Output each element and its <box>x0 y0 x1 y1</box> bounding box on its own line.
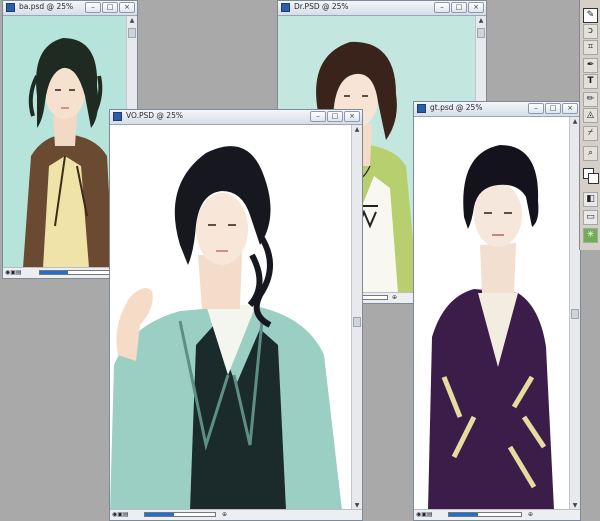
progress-bar <box>39 270 111 275</box>
window-title: Dr.PSD @ 25% <box>294 2 349 11</box>
scroll-thumb[interactable] <box>128 28 136 38</box>
background-color-swatch[interactable] <box>588 173 599 184</box>
screen-mode-icon[interactable]: ▭ <box>583 210 598 225</box>
window-titlebar[interactable]: ba.psd @ 25% – □ × <box>3 1 137 16</box>
maximize-icon[interactable]: □ <box>451 2 467 13</box>
progress-bar <box>448 512 522 517</box>
quick-mask-icon[interactable]: ◧ <box>583 192 598 207</box>
progress-bar <box>144 512 216 517</box>
minimize-icon[interactable]: – <box>310 111 326 122</box>
scroll-thumb[interactable] <box>353 317 361 327</box>
status-bar: ◉▣▤ ⊕ <box>414 509 580 520</box>
pen-icon[interactable]: ✒ <box>583 58 598 73</box>
minimize-icon[interactable]: – <box>528 103 544 114</box>
maximize-icon[interactable]: □ <box>102 2 118 13</box>
window-titlebar[interactable]: VO.PSD @ 25% – □ × <box>110 110 362 125</box>
close-icon[interactable]: × <box>468 2 484 13</box>
status-bar: ◉▣▤ ⊕ <box>110 509 362 520</box>
zoom-icon[interactable]: ⊕ <box>528 511 533 518</box>
close-icon[interactable]: × <box>562 103 578 114</box>
crop-icon[interactable]: ⌗ <box>583 40 598 55</box>
scroll-up-icon[interactable]: ▲ <box>127 16 137 25</box>
blur-icon[interactable]: ◬ <box>583 108 598 123</box>
window-title: gt.psd @ 25% <box>430 103 483 112</box>
lasso-icon[interactable]: ↄ <box>583 24 598 39</box>
window-titlebar[interactable]: Dr.PSD @ 25% – □ × <box>278 1 486 16</box>
document-window-gt[interactable]: gt.psd @ 25% – □ × ▲ ▼ ◉▣▤ ⊕ <box>413 101 581 521</box>
photoshop-doc-icon <box>113 112 122 121</box>
type-icon[interactable]: T <box>583 74 598 89</box>
vertical-scrollbar[interactable]: ▲ ▼ <box>351 125 362 510</box>
zoom-icon[interactable]: ⌕ <box>583 146 598 161</box>
window-titlebar[interactable]: gt.psd @ 25% – □ × <box>414 102 580 117</box>
navigator-icon[interactable]: ◉▣▤ <box>5 269 22 276</box>
scroll-thumb[interactable] <box>477 28 485 38</box>
minimize-icon[interactable]: – <box>85 2 101 13</box>
scroll-thumb[interactable] <box>571 309 579 319</box>
canvas-gt[interactable] <box>414 117 570 510</box>
document-window-vo[interactable]: VO.PSD @ 25% – □ × ▲ ▼ ◉▣▤ ⊕ <box>109 109 363 521</box>
canvas-vo[interactable] <box>110 125 352 510</box>
photoshop-doc-icon <box>417 104 426 113</box>
artwork-gt <box>414 117 570 510</box>
window-title: ba.psd @ 25% <box>19 2 74 11</box>
photoshop-doc-icon <box>281 3 290 12</box>
brush-icon[interactable]: ✎ <box>583 8 598 23</box>
maximize-icon[interactable]: □ <box>327 111 343 122</box>
zoom-icon[interactable]: ⊕ <box>222 511 227 518</box>
scroll-up-icon[interactable]: ▲ <box>352 125 362 134</box>
window-title: VO.PSD @ 25% <box>126 111 183 120</box>
close-icon[interactable]: × <box>119 2 135 13</box>
eyedropper-icon[interactable]: ⌿ <box>583 126 598 141</box>
artwork-vo <box>110 125 352 510</box>
close-icon[interactable]: × <box>344 111 360 122</box>
navigator-icon[interactable]: ◉▣▤ <box>112 511 129 518</box>
photoshop-doc-icon <box>6 3 15 12</box>
imageready-icon[interactable]: ✳ <box>583 228 598 243</box>
navigator-icon[interactable]: ◉▣▤ <box>416 511 433 518</box>
scroll-up-icon[interactable]: ▲ <box>476 16 486 25</box>
maximize-icon[interactable]: □ <box>545 103 561 114</box>
zoom-icon[interactable]: ⊕ <box>392 294 397 301</box>
minimize-icon[interactable]: – <box>434 2 450 13</box>
toolbox-panel: ✎ ↄ ⌗ ✒ T ✏ ◬ ⌿ ⌕ ◧ ▭ ✳ <box>579 0 600 250</box>
brush-tool-icon[interactable]: ✏ <box>583 92 598 107</box>
